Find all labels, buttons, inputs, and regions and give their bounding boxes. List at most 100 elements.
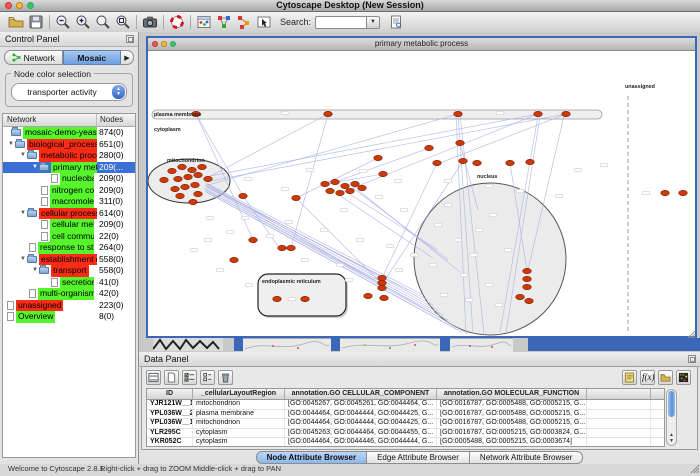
background-window-fragment[interactable] <box>331 338 340 351</box>
tree-row[interactable]: Overview8(0) <box>3 311 135 323</box>
graph-node[interactable] <box>181 184 190 189</box>
graph-node[interactable] <box>364 293 373 298</box>
graph-node[interactable] <box>292 195 301 200</box>
table-cell[interactable]: [GO:0044464, GO:0044444, GO:0044425, G..… <box>285 419 437 428</box>
graph-node[interactable] <box>171 186 180 191</box>
tree-row[interactable]: ▼biological_process651(0) <box>3 139 135 151</box>
unselect-attributes-icon[interactable] <box>200 370 215 385</box>
tree-row[interactable]: nucleobase-209(0) <box>3 173 135 185</box>
background-window-fragment[interactable] <box>153 338 223 351</box>
graph-node[interactable] <box>174 176 183 181</box>
tree-row[interactable]: ▼primary metabo209(... <box>3 162 135 174</box>
tree-row[interactable]: secretion41(0) <box>3 277 135 289</box>
background-window-fragment[interactable] <box>528 338 700 351</box>
scrollbar-arrows[interactable]: ▲▼ <box>667 432 676 444</box>
table-cell[interactable]: mitochondrion <box>193 400 285 409</box>
graph-node[interactable] <box>278 245 287 250</box>
graph-node[interactable] <box>331 179 340 184</box>
graph-node[interactable] <box>249 237 258 242</box>
tree-row[interactable]: ▼metabolic process280(0) <box>3 150 135 162</box>
node-color-dropdown[interactable]: transporter activity ▲▼ <box>11 83 127 101</box>
table-cell[interactable]: [GO:0016787, GO:0005488, GO:0005215, G..… <box>437 410 587 419</box>
expand-arrow-icon[interactable]: ▼ <box>19 150 27 162</box>
graph-node[interactable] <box>176 193 185 198</box>
network-view-window[interactable]: primary metabolic process plasma membran… <box>146 36 697 338</box>
graph-node[interactable] <box>473 160 482 165</box>
table-column-header[interactable]: annotation.GO MOLECULAR_FUNCTION <box>437 389 587 399</box>
table-cell[interactable]: cytoplasm <box>193 429 285 438</box>
table-column-header[interactable] <box>587 389 651 399</box>
graph-node[interactable] <box>351 181 360 186</box>
table-cell[interactable]: YJR121W__1 <box>147 400 193 409</box>
vizmapper-window-icon[interactable] <box>196 14 212 30</box>
tab-network[interactable]: Network <box>4 50 63 65</box>
graph-node[interactable] <box>425 145 434 150</box>
expand-arrow-icon[interactable]: ▼ <box>19 208 27 220</box>
float-panel-icon[interactable] <box>126 35 134 43</box>
app-resize-grip[interactable] <box>690 464 699 473</box>
graph-node[interactable] <box>341 183 350 188</box>
background-window-fragment[interactable] <box>340 338 440 352</box>
expand-arrow-icon[interactable]: ▼ <box>19 254 27 266</box>
graph-node[interactable] <box>160 177 169 182</box>
tree-row[interactable]: mosaic-demo-yeast874(0) <box>3 127 135 139</box>
tree-row[interactable]: multi-organism pro42(0) <box>3 288 135 300</box>
table-cell[interactable]: cytoplasm <box>193 438 285 447</box>
table-row[interactable]: YLR295Ccytoplasm[GO:0045263, GO:0044464,… <box>147 429 664 439</box>
float-panel-icon[interactable] <box>688 355 696 363</box>
graph-node[interactable] <box>525 298 534 303</box>
table-cell[interactable]: YPL036W__2 <box>147 410 193 419</box>
graph-node[interactable] <box>346 188 355 193</box>
table-row[interactable]: YKR052Ccytoplasm[GO:0044464, GO:0044446,… <box>147 438 664 447</box>
graph-node[interactable] <box>523 276 532 281</box>
graph-node[interactable] <box>198 164 207 169</box>
graph-node[interactable] <box>189 199 198 204</box>
tree-row[interactable]: ▼establishment of lo558(0) <box>3 254 135 266</box>
table-cell[interactable]: [GO:0016787, GO:0005488, GO:0005215, G..… <box>437 419 587 428</box>
scrollbar-thumb[interactable] <box>668 391 675 417</box>
graph-node[interactable] <box>301 296 310 301</box>
table-row[interactable]: YJR121W__1mitochondrion[GO:0045267, GO:0… <box>147 400 664 410</box>
table-column-header[interactable]: _cellularLayoutRegion <box>193 389 285 399</box>
table-cell[interactable] <box>587 429 651 438</box>
table-cell[interactable]: [GO:0016787, GO:0005215, GO:0003824, G..… <box>437 429 587 438</box>
graph-node[interactable] <box>287 245 296 250</box>
attribute-list-icon[interactable] <box>622 370 637 385</box>
camera-snapshot-icon[interactable] <box>142 14 158 30</box>
graph-node[interactable] <box>378 285 387 290</box>
graph-node[interactable] <box>456 140 465 145</box>
tree-row[interactable]: ▼cellular process614(0) <box>3 208 135 220</box>
graph-node[interactable] <box>239 193 248 198</box>
search-dropdown-button[interactable]: ▼ <box>367 16 380 29</box>
graph-node[interactable] <box>273 296 282 301</box>
table-cell[interactable]: plasma membrane <box>193 410 285 419</box>
graph-node[interactable] <box>523 268 532 273</box>
tab-node-attribute-browser[interactable]: Node Attribute Browser <box>256 451 368 464</box>
table-cell[interactable] <box>587 438 651 447</box>
graph-node[interactable] <box>194 191 203 196</box>
tree-row[interactable]: unassigned223(0) <box>3 300 135 312</box>
background-window-fragment[interactable] <box>450 338 513 352</box>
dropdown-stepper-icon[interactable]: ▲▼ <box>112 85 125 99</box>
table-cell[interactable]: [GO:0016787, GO:0005488, GO:0005215, G..… <box>437 400 587 409</box>
background-window-fragment[interactable] <box>440 338 450 351</box>
search-options-icon[interactable] <box>388 14 404 30</box>
search-input[interactable] <box>315 16 367 29</box>
graph-node[interactable] <box>188 167 197 172</box>
graph-node[interactable] <box>191 182 200 187</box>
graph-node[interactable] <box>336 190 345 195</box>
network-nodes-icon-a[interactable] <box>216 14 232 30</box>
tree-col-nodes[interactable]: Nodes <box>100 115 123 124</box>
tree-col-network[interactable]: Network <box>7 115 36 124</box>
graph-node[interactable] <box>378 275 387 280</box>
tree-row[interactable]: cell communicat22(0) <box>3 231 135 243</box>
graph-node[interactable] <box>230 257 239 262</box>
table-cell[interactable] <box>587 410 651 419</box>
expand-arrow-icon[interactable]: ▼ <box>7 139 15 151</box>
save-icon[interactable] <box>28 14 44 30</box>
graph-node[interactable] <box>459 158 468 163</box>
graph-node[interactable] <box>679 190 688 195</box>
table-row[interactable]: YPL036W__2plasma membrane[GO:0044464, GO… <box>147 410 664 420</box>
table-cell[interactable]: YLR295C <box>147 429 193 438</box>
table-cell[interactable]: [GO:0005488, GO:0005215, GO:0003674] <box>437 438 587 447</box>
